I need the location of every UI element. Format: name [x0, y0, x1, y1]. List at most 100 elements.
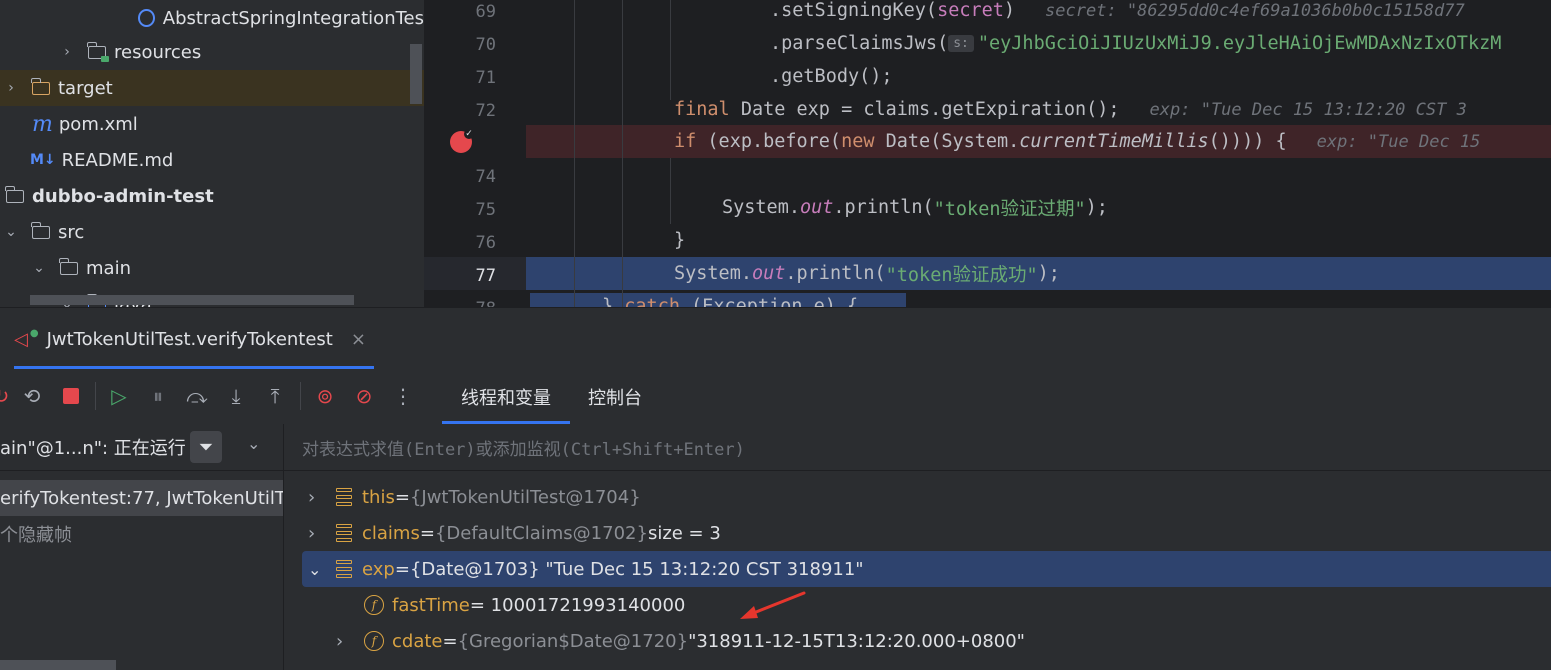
code-line-69: .setSigningKey(secret) secret: "86295dd0…	[770, 0, 1465, 21]
parameter-hint: s:	[948, 35, 974, 52]
tree-item-readme[interactable]: M↓ README.md	[0, 142, 424, 178]
inline-value-hint: exp: "Tue Dec 15	[1316, 131, 1481, 152]
code-line-76: }	[674, 230, 686, 251]
chevron-down-icon[interactable]: ⌄	[308, 560, 322, 579]
field-icon: f	[364, 595, 384, 615]
tree-item-src[interactable]: ⌄ src	[0, 214, 424, 250]
line-number: 71	[475, 68, 496, 88]
code-line-75: System. out .println("token验证过期");	[722, 197, 1108, 220]
variable-icon	[336, 487, 352, 507]
chevron-right-icon[interactable]: ›	[336, 631, 350, 652]
chevron-right-icon[interactable]: ›	[308, 523, 322, 544]
hidden-frames-label: 个隐藏帧	[0, 525, 72, 546]
evaluate-placeholder: 对表达式求值(Enter)或添加监视(Ctrl+Shift+Enter)	[302, 439, 745, 460]
tree-item-label: pom.xml	[58, 113, 138, 135]
step-into-icon[interactable]: ⤓	[223, 383, 249, 409]
line-number: 77	[475, 266, 496, 286]
tree-item-label: AbstractSpringIntegrationTes	[162, 7, 424, 29]
resume-icon[interactable]: ▷	[106, 383, 132, 409]
filter-icon[interactable]: ⏷	[190, 431, 222, 463]
inline-value-hint: secret: "86295dd0c4ef69a1036b0b0c15158d7…	[1045, 0, 1465, 21]
frames-pane: ain"@1...n": 正在运行 ⏷ ⌄ erifyTokentest:77,…	[0, 424, 284, 670]
code-line-73: if (exp.before(new Date(System. currentTi…	[674, 131, 1481, 152]
more-options-icon[interactable]: ⋮	[390, 383, 416, 409]
project-tree: AbstractSpringIntegrationTes › resources…	[0, 0, 424, 307]
test-debug-icon-dot: ●	[29, 327, 39, 339]
class-icon	[137, 9, 155, 27]
folder-icon	[59, 257, 78, 275]
tree-item-label: main	[86, 257, 131, 279]
tree-item-abstract-test[interactable]: AbstractSpringIntegrationTes	[0, 0, 424, 36]
pause-icon[interactable]: ⏸	[145, 383, 171, 409]
debug-session-tab[interactable]: ◁ ● JwtTokenUtilTest.verifyTokentest ×	[14, 308, 366, 370]
close-icon[interactable]: ×	[351, 329, 366, 350]
hidden-frames-item[interactable]: 个隐藏帧	[0, 516, 72, 552]
line-number: 75	[475, 200, 496, 220]
tree-item-label: src	[58, 221, 85, 243]
variable-row-fasttime[interactable]: f fastTime = 10001721993140000	[284, 587, 1551, 623]
chevron-right-icon[interactable]: ›	[308, 487, 322, 508]
annotation-arrow-icon	[740, 591, 806, 619]
variable-row-claims[interactable]: › claims = {DefaultClaims@1702} size = 3	[284, 515, 1551, 551]
thread-selector[interactable]: ain"@1...n": 正在运行 ⏷ ⌄	[0, 424, 283, 471]
tab-threads-variables[interactable]: 线程和变量	[442, 370, 570, 424]
maven-icon: m	[32, 111, 53, 137]
field-icon: f	[364, 631, 384, 651]
line-number: 70	[475, 35, 496, 55]
tree-item-label: dubbo-admin-test	[32, 185, 214, 207]
tab-label: 控制台	[588, 388, 642, 409]
markdown-icon: M↓	[30, 152, 56, 168]
inline-value-hint: exp: "Tue Dec 15 13:12:20 CST 3	[1149, 99, 1467, 120]
frames-horizontal-scrollbar[interactable]	[0, 660, 116, 670]
thread-label: ain"@1...n": 正在运行	[0, 438, 186, 459]
code-editor[interactable]: 69 70 71 72 ✓ 74 75 76 77 78 .setSigning…	[424, 0, 1551, 307]
tree-item-label: resources	[114, 41, 202, 63]
chevron-down-icon[interactable]: ⌄	[32, 260, 46, 276]
mute-breakpoints-icon[interactable]: ⊘	[351, 383, 377, 409]
variable-row-cdate[interactable]: › f cdate = {Gregorian$Date@1720} "31891…	[284, 623, 1551, 659]
folder-icon	[31, 77, 50, 95]
rerun-failed-icon[interactable]: ⟲	[19, 383, 45, 409]
tree-item-target[interactable]: › target	[0, 70, 424, 106]
variable-row-exp[interactable]: ⌄ exp = {Date@1703} "Tue Dec 15 13:12:20…	[302, 551, 1551, 587]
step-out-icon[interactable]: ⤒	[262, 383, 288, 409]
step-over-icon[interactable]: ⤼	[184, 383, 210, 409]
chevron-down-icon[interactable]: ⌄	[247, 434, 260, 453]
tree-item-label: target	[58, 77, 113, 99]
active-tab-indicator	[14, 366, 374, 369]
test-debug-icon: ◁	[14, 328, 28, 350]
module-folder-icon	[5, 185, 24, 203]
tree-horizontal-scrollbar[interactable]	[30, 295, 354, 305]
tab-console[interactable]: 控制台	[576, 370, 654, 424]
frame-label: erifyTokentest:77, JwtTokenUtilTest	[0, 487, 283, 509]
chevron-down-icon[interactable]: ⌄	[4, 224, 18, 240]
chevron-right-icon[interactable]: ›	[4, 80, 18, 96]
frame-item-selected[interactable]: erifyTokentest:77, JwtTokenUtilTest	[0, 480, 283, 516]
code-line-77: System. out .println("token验证成功");	[674, 263, 1060, 286]
rerun-icon[interactable]: ↻	[0, 383, 14, 409]
stop-button[interactable]	[58, 383, 84, 409]
variable-icon	[336, 523, 352, 543]
view-breakpoints-icon[interactable]: ⊚	[312, 383, 338, 409]
line-number: 74	[475, 167, 496, 187]
chevron-right-icon[interactable]: ›	[60, 44, 74, 60]
variable-row-this[interactable]: › this = {JwtTokenUtilTest@1704}	[284, 479, 1551, 515]
tree-item-resources[interactable]: › resources	[0, 34, 424, 70]
breakpoint-icon[interactable]: ✓	[450, 129, 474, 153]
tree-item-main[interactable]: ⌄ main	[0, 250, 424, 286]
code-line-70: .parseClaimsJws(s: "eyJhbGciOiJIUzUxMiJ9.…	[770, 33, 1502, 54]
folder-icon	[31, 221, 50, 239]
code-line-71: .getBody();	[770, 66, 893, 87]
tree-item-module[interactable]: dubbo-admin-test	[0, 178, 424, 214]
code-line-78: } catch (Exception e) {	[602, 296, 859, 307]
variables-pane: 对表达式求值(Enter)或添加监视(Ctrl+Shift+Enter) › t…	[284, 424, 1551, 670]
debug-session-title: JwtTokenUtilTest.verifyTokentest	[46, 328, 333, 350]
evaluate-expression-input[interactable]: 对表达式求值(Enter)或添加监视(Ctrl+Shift+Enter)	[284, 424, 1551, 471]
line-number: 78	[424, 299, 496, 307]
tree-item-pom[interactable]: m pom.xml	[0, 106, 424, 142]
line-number: 69	[475, 2, 496, 22]
tree-scrollbar[interactable]	[410, 44, 422, 104]
debug-toolbar: ↻ ⟲ ▷ ⏸ ⤼ ⤓ ⤒ ⊚ ⊘ ⋮ 线程和变量 控制台	[0, 370, 1551, 424]
tree-item-label: README.md	[61, 149, 174, 171]
variable-icon	[336, 559, 352, 579]
